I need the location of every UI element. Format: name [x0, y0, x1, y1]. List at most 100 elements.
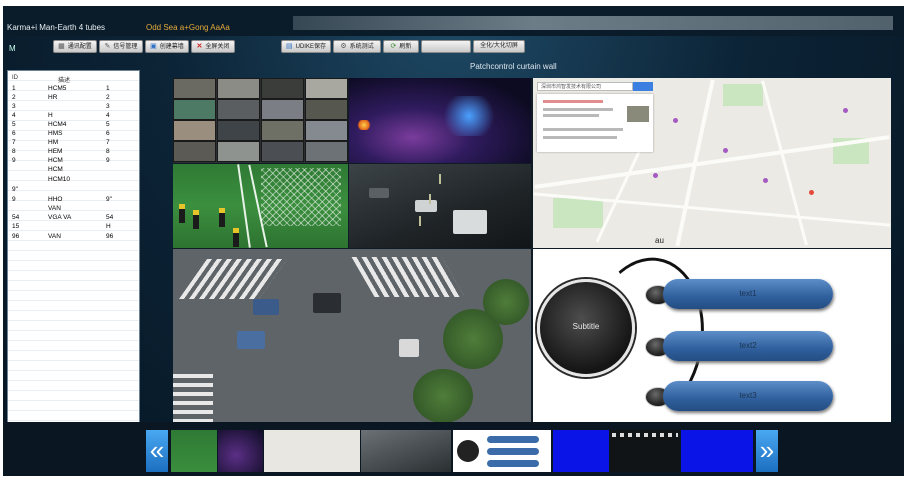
comm-config-button[interactable]: ▦ 通讯配置 [53, 40, 97, 53]
scroll-right-button[interactable]: » [756, 430, 778, 472]
close-all-label: 全屏关闭 [205, 44, 230, 50]
signal-num-cell: 9" [106, 196, 112, 203]
signal-id-cell: 96 [12, 233, 20, 240]
signal-row[interactable]: VAN [8, 204, 139, 213]
camera-cell [217, 141, 260, 162]
signal-row[interactable]: 8 HEM 8 [8, 147, 139, 156]
signal-row[interactable]: 5 HCM4 5 [8, 120, 139, 129]
pitch-line [237, 164, 251, 248]
signal-row[interactable]: 4 H 4 [8, 111, 139, 120]
signal-desc-cell: HR [48, 94, 58, 101]
camera-cell [173, 78, 216, 99]
signal-row[interactable]: 15 H [8, 222, 139, 231]
signal-list-panel[interactable]: ID 描述 1 HCM5 1 2 HR 2 3 3 4 H 4 5 HCM4 5 6 HMS 6 7 HM 7 8 HEM… [7, 70, 140, 426]
scene-icon: ▤ [286, 43, 293, 50]
map-poi-pin[interactable] [673, 118, 678, 123]
tree [413, 369, 473, 423]
thumbnail-dark[interactable] [610, 430, 680, 472]
soccer-window[interactable] [173, 164, 348, 248]
text2-pill: text2 [663, 331, 833, 361]
close-all-button[interactable]: ✕ 全屏关闭 [191, 40, 235, 53]
signal-row[interactable]: HCM10 [8, 175, 139, 184]
system-test-button[interactable]: ⚙ 系统测试 [333, 40, 381, 53]
refresh-icon: ⟳ [390, 43, 397, 50]
title-bar: Karma+i Man-Earth 4 tubes Odd Sea a+Gong… [3, 6, 904, 36]
camera-cell [217, 78, 260, 99]
map-location-pin[interactable] [809, 190, 814, 195]
thumbnail-game[interactable] [218, 430, 263, 472]
thumbnail-map[interactable] [264, 430, 360, 472]
signal-desc-cell: HCM5 [48, 85, 67, 92]
camera-cell [173, 99, 216, 120]
map-search-input[interactable]: 深圳市鸿智发技术有限公司 [537, 82, 633, 91]
camera-cell [217, 99, 260, 120]
map-poi-pin[interactable] [763, 178, 768, 183]
signal-row[interactable]: 33 [8, 102, 139, 111]
goal-net [261, 168, 341, 226]
map-card-line [543, 100, 603, 103]
signal-num-cell: 1 [106, 85, 110, 92]
signal-desc-cell: HCM [48, 166, 63, 173]
thumbnail-dark-header [612, 433, 678, 437]
signal-manage-button[interactable]: ✎ 信号管理 [99, 40, 143, 53]
night-road-window[interactable] [349, 164, 531, 248]
switch-screen-button[interactable]: 全化/大化切屏 [473, 40, 525, 53]
thumbnail-diagram-circle [457, 440, 479, 462]
map-poi-pin[interactable] [843, 108, 848, 113]
signal-row[interactable]: 1 HCM5 1 [8, 84, 139, 93]
diagram-window[interactable]: Subtitle text1 text2 text3 [533, 249, 891, 423]
scene-save-button[interactable]: ▤ UDIKE保存 [281, 40, 331, 53]
map-poi-pin[interactable] [723, 148, 728, 153]
map-window[interactable]: 深圳市鸿智发技术有限公司 au [533, 78, 891, 248]
signal-row[interactable]: 9" [8, 185, 139, 194]
signal-num-cell: 54 [106, 214, 114, 221]
blank-button[interactable] [421, 40, 471, 53]
refresh-button[interactable]: ⟳ 刷新 [383, 40, 419, 53]
column-header-desc: 描述 [58, 78, 71, 84]
camera-cell [217, 120, 260, 141]
map-label: au [655, 236, 664, 245]
camera-grid-window[interactable] [173, 78, 348, 163]
map-poi-pin[interactable] [653, 173, 658, 178]
signal-id-cell: 9 [12, 196, 16, 203]
thumbnail-blue[interactable] [553, 430, 609, 472]
vehicle [237, 331, 265, 349]
signal-row[interactable]: 7 HM 7 [8, 138, 139, 147]
system-test-label: 系统测试 [349, 44, 374, 50]
toolbar-mode-label: M [9, 44, 16, 53]
signal-id-cell: 7 [12, 139, 16, 146]
text3-pill: text3 [663, 381, 833, 411]
map-card-line [543, 128, 623, 131]
player [179, 204, 185, 223]
thumbnail-diagram[interactable] [453, 430, 551, 472]
signal-num-cell: 96 [106, 233, 114, 240]
video-wall[interactable]: 深圳市鸿智发技术有限公司 au Subtitle text1 text2 tex… [173, 78, 891, 423]
scroll-left-button[interactable]: « [146, 430, 168, 472]
vehicle [313, 293, 341, 313]
signal-row[interactable]: 2 HR 2 [8, 93, 139, 102]
signal-id-cell: 1 [12, 85, 16, 92]
app-window: Karma+i Man-Earth 4 tubes Odd Sea a+Gong… [3, 6, 904, 476]
signal-row[interactable]: 9 HHO 9" [8, 195, 139, 204]
signal-row[interactable]: 6 HMS 6 [8, 129, 139, 138]
signal-row[interactable]: 96 VAN 96 [8, 232, 139, 241]
signal-num-cell: 6 [106, 130, 110, 137]
create-wall-button[interactable]: ▣ 创建幕墙 [145, 40, 189, 53]
map-card-line [543, 108, 613, 111]
intersection-window[interactable] [173, 249, 531, 423]
thumbnail-soccer[interactable] [171, 430, 217, 472]
camera-cell [261, 141, 304, 162]
signal-num-cell: 3 [106, 103, 110, 110]
comm-config-label: 通讯配置 [67, 44, 92, 50]
signal-row[interactable]: 9 HCM 9 [8, 156, 139, 165]
map-search-button[interactable] [633, 82, 653, 91]
signal-id-cell: 15 [12, 223, 20, 230]
thumbnail-night-road[interactable] [361, 430, 451, 472]
map-card-photo [627, 106, 649, 122]
thumbnail-blue-2[interactable] [681, 430, 753, 472]
signal-desc-cell: VAN [48, 233, 61, 240]
signal-num-cell: 4 [106, 112, 110, 119]
signal-row[interactable]: HCM [8, 165, 139, 174]
signal-row[interactable]: 54 VGA VA 54 [8, 213, 139, 222]
game-scene-window[interactable] [349, 78, 531, 163]
